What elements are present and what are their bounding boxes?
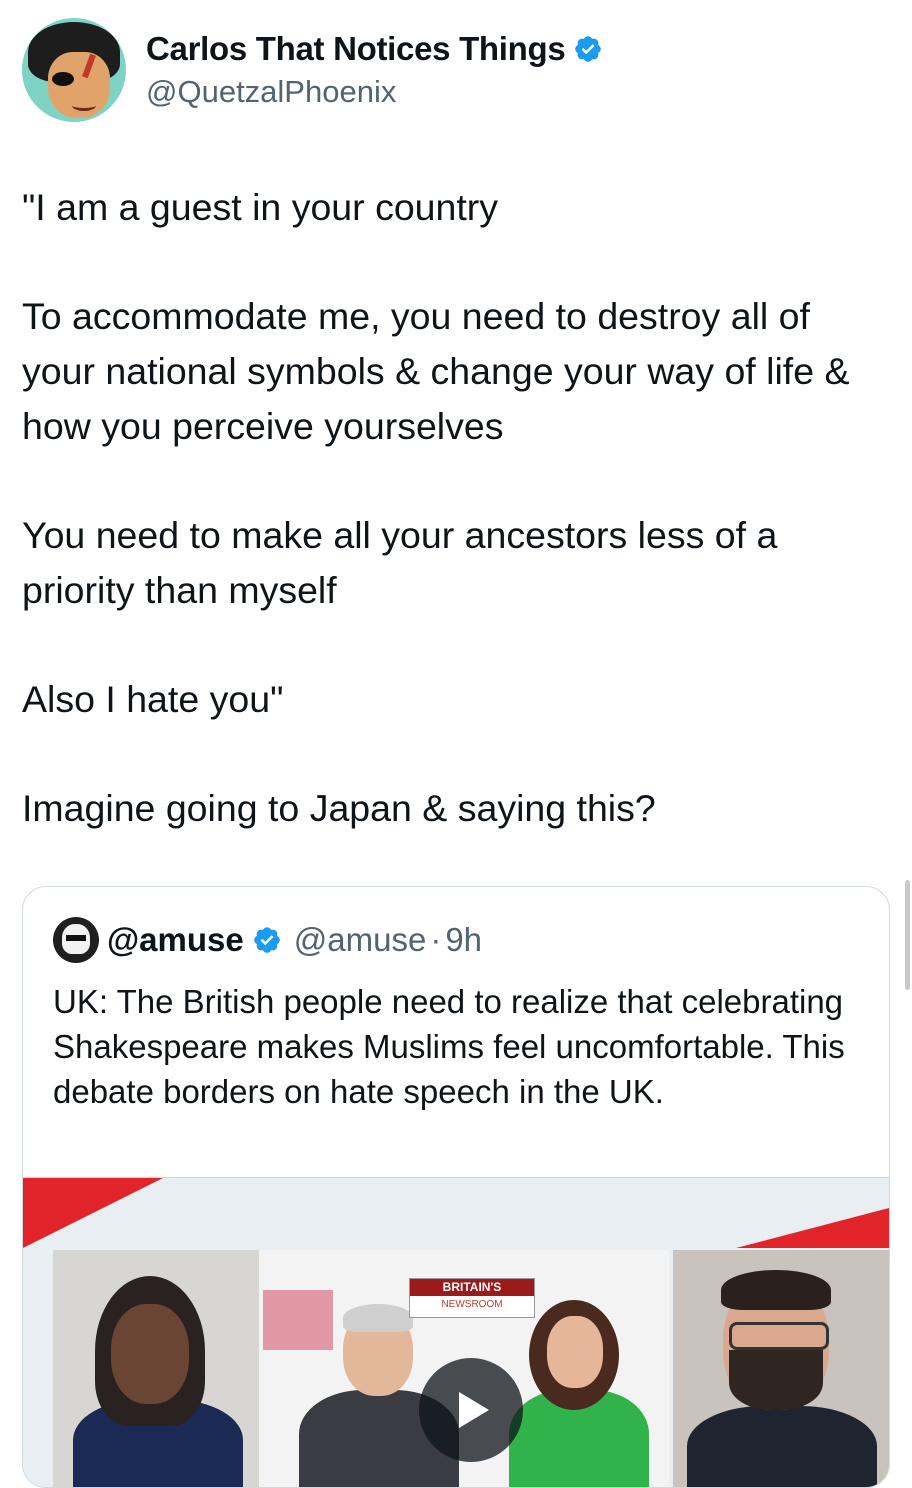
video-panel-guest-left bbox=[53, 1250, 261, 1487]
quoted-tweet-time[interactable]: 9h bbox=[445, 921, 482, 959]
author-avatar[interactable] bbox=[22, 18, 126, 122]
decor-red-shape bbox=[23, 1178, 163, 1248]
video-thumbnail[interactable]: BRITAIN'S NEWSROOM bbox=[23, 1177, 889, 1487]
author-names: Carlos That Notices Things @QuetzalPhoen… bbox=[146, 30, 603, 110]
quoted-author-handle[interactable]: @amuse bbox=[294, 921, 427, 959]
quoted-author-avatar[interactable] bbox=[53, 917, 99, 963]
tweet-paragraph: Imagine going to Japan & saying this? bbox=[22, 787, 656, 829]
verified-badge-icon bbox=[253, 927, 280, 953]
tweet-paragraph: You need to make all your ancestors less… bbox=[22, 514, 778, 611]
author-handle[interactable]: @QuetzalPhoenix bbox=[146, 74, 603, 110]
decor-red-shape bbox=[736, 1208, 889, 1248]
tweet-body: "I am a guest in your country To accommo… bbox=[22, 180, 892, 836]
scrollbar[interactable] bbox=[905, 880, 910, 990]
quoted-tweet[interactable]: @amuse @amuse · 9h UK: The British peopl… bbox=[22, 886, 890, 1488]
quoted-tweet-text: UK: The British people need to realize t… bbox=[53, 983, 845, 1110]
video-panel-guest-right bbox=[673, 1250, 889, 1487]
verified-badge-icon bbox=[575, 36, 602, 62]
channel-logo: BRITAIN'S NEWSROOM bbox=[409, 1278, 535, 1318]
separator-dot: · bbox=[430, 921, 442, 958]
quoted-author-display-name[interactable]: @amuse bbox=[107, 921, 244, 959]
tweet-paragraph: To accommodate me, you need to destroy a… bbox=[22, 295, 850, 447]
quoted-tweet-header: @amuse @amuse · 9h bbox=[53, 917, 482, 963]
play-icon[interactable] bbox=[419, 1358, 523, 1462]
author-display-name[interactable]: Carlos That Notices Things bbox=[146, 30, 566, 68]
tweet-header: Carlos That Notices Things @QuetzalPhoen… bbox=[22, 18, 603, 122]
tweet-paragraph: Also I hate you" bbox=[22, 678, 284, 720]
tweet-paragraph: "I am a guest in your country bbox=[22, 186, 499, 228]
